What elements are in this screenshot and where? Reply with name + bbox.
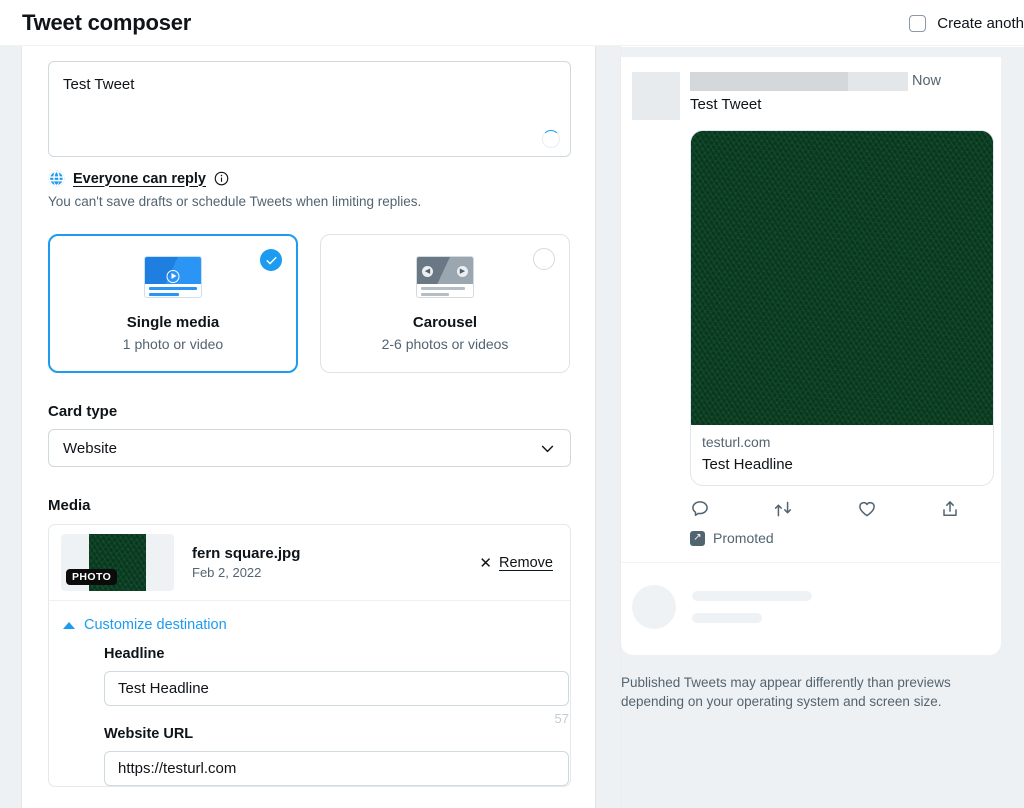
media-meta: fern square.jpg Feb 2, 2022	[192, 545, 479, 580]
reply-setting-label: Everyone can reply	[73, 170, 206, 187]
preview-card-headline: Test Headline	[702, 456, 793, 473]
globe-icon	[48, 170, 65, 187]
skeleton-line-1	[692, 591, 812, 601]
carousel-right-arrow-icon: ▶	[457, 265, 468, 277]
preview-website-card[interactable]: testurl.com Test Headline	[690, 130, 994, 486]
tweet-composer-page: Tweet composer Create anoth Test Tweet E…	[0, 0, 1024, 808]
skeleton-line-2	[692, 613, 762, 623]
media-type-subtitle: 1 photo or video	[122, 335, 224, 352]
preview-panel: Now Test Tweet testurl.com Test Headline	[621, 47, 1024, 808]
tweet-text-value: Test Tweet	[63, 76, 135, 93]
customize-destination-toggle[interactable]: Customize destination	[49, 601, 570, 646]
handle-placeholder	[848, 72, 908, 91]
single-media-icon	[144, 255, 202, 298]
card-type-select[interactable]: Website	[48, 429, 571, 467]
check-icon	[265, 256, 277, 264]
media-type-badge: PHOTO	[66, 569, 118, 585]
preview-tweet-text: Test Tweet	[690, 96, 762, 113]
promoted-row: ↗ Promoted	[690, 530, 1001, 546]
composer-panel: Test Tweet Everyone can reply You can't …	[23, 47, 595, 808]
chevron-down-icon	[541, 445, 554, 452]
preview-card-body: testurl.com Test Headline	[691, 425, 993, 485]
media-panel: PHOTO fern square.jpg Feb 2, 2022 ✕ Remo…	[48, 524, 571, 787]
preview-tweet-header: Now Test Tweet	[621, 57, 1001, 120]
card-type-label: Card type	[48, 403, 118, 420]
website-url-field-block: Website URL https://testurl.com	[49, 726, 570, 786]
display-name-placeholder	[690, 72, 848, 91]
avatar	[632, 72, 680, 120]
create-another-checkbox-row[interactable]: Create anoth	[909, 14, 1024, 32]
preview-card-url: testurl.com	[702, 434, 771, 450]
website-url-value: https://testurl.com	[118, 760, 237, 777]
promoted-arrow-icon: ↗	[690, 530, 705, 546]
media-file-name: fern square.jpg	[192, 545, 301, 562]
close-icon: ✕	[479, 554, 492, 572]
promoted-label: Promoted	[713, 530, 774, 546]
caret-up-icon	[63, 621, 75, 629]
tweet-timestamp: Now	[912, 73, 942, 89]
remove-media-button[interactable]: ✕ Remove	[479, 554, 553, 572]
media-thumbnail[interactable]: PHOTO	[61, 534, 174, 591]
card-type-value: Website	[63, 439, 117, 457]
preview-card-image	[691, 131, 993, 425]
skeleton-avatar	[632, 585, 676, 629]
reply-setting-row[interactable]: Everyone can reply	[48, 170, 570, 187]
share-icon[interactable]	[940, 499, 960, 519]
tweet-actions	[690, 499, 960, 519]
media-type-card-carousel[interactable]: ◀ ▶ Carousel 2-6 photos or videos	[320, 234, 570, 373]
preview-header-right: Now Test Tweet	[690, 72, 1001, 120]
preview-skeleton-row	[621, 562, 1001, 655]
tweet-preview-card: Now Test Tweet testurl.com Test Headline	[621, 57, 1001, 655]
media-type-cards: Single media 1 photo or video ◀ ▶ Carous…	[48, 234, 570, 373]
progress-spinner-icon	[542, 130, 560, 148]
titlebar: Tweet composer Create anoth	[0, 0, 1024, 46]
selected-check-icon	[260, 249, 283, 271]
carousel-icon: ◀ ▶	[416, 255, 474, 298]
media-file-date: Feb 2, 2022	[192, 565, 262, 580]
headline-label: Headline	[104, 646, 165, 662]
media-type-title: Carousel	[412, 313, 478, 331]
reply-icon[interactable]	[690, 499, 710, 519]
website-url-input[interactable]: https://testurl.com	[104, 751, 569, 786]
create-another-label: Create anoth	[937, 14, 1024, 32]
media-type-subtitle: 2-6 photos or videos	[381, 335, 509, 352]
tweet-text-input[interactable]: Test Tweet	[48, 61, 571, 157]
retweet-icon[interactable]	[773, 499, 793, 519]
media-type-title: Single media	[126, 313, 220, 331]
carousel-left-arrow-icon: ◀	[422, 265, 433, 277]
like-icon[interactable]	[857, 499, 877, 519]
customize-destination-label: Customize destination	[84, 617, 227, 633]
media-type-card-single-media[interactable]: Single media 1 photo or video	[48, 234, 299, 373]
headline-input[interactable]: Test Headline	[104, 671, 569, 706]
headline-value: Test Headline	[118, 680, 209, 697]
unselected-radio-icon	[533, 248, 555, 270]
remove-media-label: Remove	[499, 554, 553, 571]
page-title: Tweet composer	[22, 9, 192, 35]
preview-disclaimer: Published Tweets may appear differently …	[621, 675, 951, 709]
media-row: PHOTO fern square.jpg Feb 2, 2022 ✕ Remo…	[49, 525, 570, 601]
create-another-checkbox[interactable]	[909, 14, 927, 32]
headline-field-block: Headline Test Headline 57	[49, 646, 570, 726]
left-gutter	[0, 46, 22, 808]
media-label: Media	[48, 497, 91, 514]
info-icon[interactable]	[214, 171, 229, 186]
website-url-label: Website URL	[104, 726, 194, 742]
titlebar-right: Create anoth	[909, 0, 1024, 46]
center-gutter	[595, 46, 621, 808]
reply-restriction-note: You can't save drafts or schedule Tweets…	[48, 194, 422, 209]
skeleton-lines	[692, 591, 812, 623]
headline-char-counter: 57	[554, 711, 569, 726]
